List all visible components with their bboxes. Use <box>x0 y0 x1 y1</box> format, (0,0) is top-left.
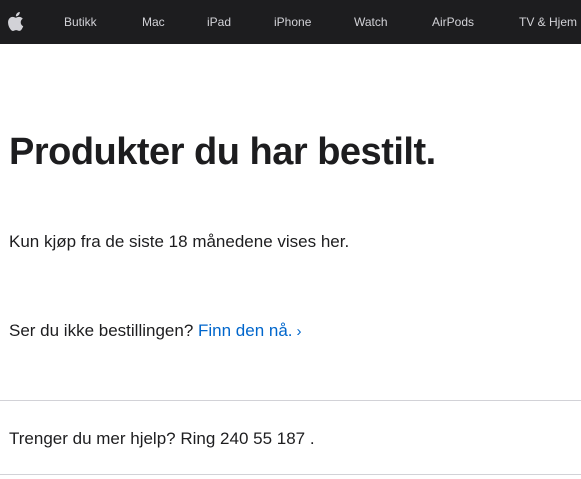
orders-subtitle: Kun kjøp fra de siste 18 månedene vises … <box>9 232 350 251</box>
nav-item-iphone[interactable]: iPhone <box>274 0 311 44</box>
missing-order-prompt: Ser du ikke bestillingen? <box>9 321 194 340</box>
apple-logo-icon[interactable] <box>8 11 24 32</box>
global-nav: Butikk Mac iPad iPhone Watch AirPods TV … <box>0 0 581 44</box>
help-text: Trenger du mer hjelp? Ring 240 55 187 . <box>9 429 315 448</box>
divider-bottom <box>0 474 581 475</box>
find-order-link[interactable]: Finn den nå. › <box>198 321 302 340</box>
nav-item-butikk[interactable]: Butikk <box>64 0 97 44</box>
nav-item-airpods[interactable]: AirPods <box>432 0 474 44</box>
missing-order-row: Ser du ikke bestillingen? Finn den nå. › <box>9 320 302 343</box>
find-order-link-label: Finn den nå. <box>198 321 293 340</box>
page-title: Produkter du har bestilt. <box>9 131 436 173</box>
apple-logo-icon-svg <box>8 11 24 31</box>
nav-item-mac[interactable]: Mac <box>142 0 165 44</box>
divider-top <box>0 400 581 401</box>
nav-item-watch[interactable]: Watch <box>354 0 388 44</box>
nav-item-ipad[interactable]: iPad <box>207 0 231 44</box>
nav-item-tv-hjem[interactable]: TV & Hjem <box>519 0 577 44</box>
chevron-right-icon: › <box>296 323 302 340</box>
